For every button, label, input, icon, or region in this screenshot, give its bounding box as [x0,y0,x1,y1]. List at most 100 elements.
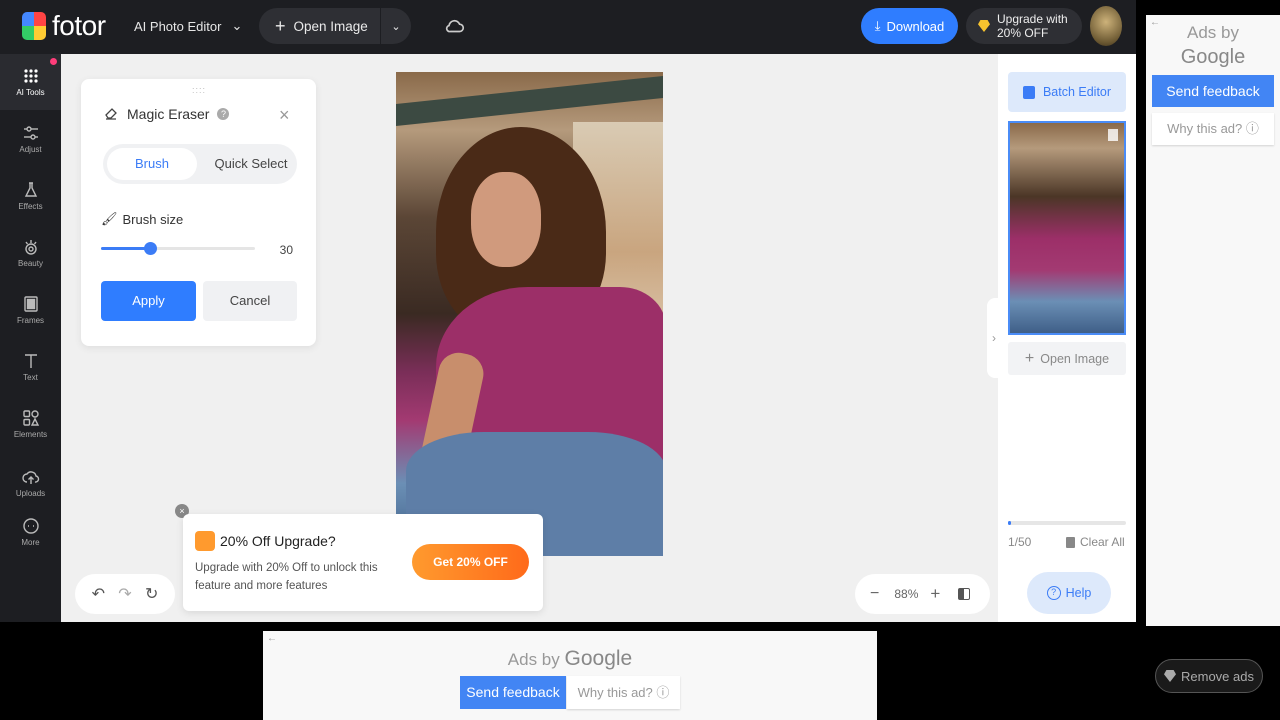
close-icon[interactable]: × [279,105,290,126]
download-label: Download [886,18,945,34]
cloud-icon[interactable] [444,15,466,37]
upgrade-line2: 20% OFF [997,26,1049,40]
trash-icon [1066,536,1075,548]
tab-quick-select[interactable]: Quick Select [207,148,295,180]
photo-railing [396,75,663,127]
fotor-logo[interactable]: fotor [22,10,106,42]
open-image-label: Open Image [293,18,368,34]
sidebar-item-adjust[interactable]: Adjust [0,111,61,167]
sidebar-label: Adjust [19,145,42,154]
chevron-down-icon: ⌄ [231,18,243,33]
why-this-ad-button[interactable]: Why this ad? ⓘ [1152,113,1274,145]
send-feedback-button[interactable]: Send feedback [460,676,566,709]
layers-icon [1022,85,1035,99]
ads-by-google: Ads by Google [263,647,877,671]
apply-button[interactable]: Apply [101,281,196,321]
upload-cloud-icon [21,471,39,484]
sidebar-label: More [21,538,40,547]
google-text: Google [564,647,633,670]
sidebar-item-text[interactable]: Text [0,339,61,395]
batch-editor-label: Batch Editor [1042,85,1112,99]
tab-brush[interactable]: Brush [107,148,197,180]
download-button[interactable]: ⤓ Download [861,8,958,44]
undo-icon[interactable]: ↶ [92,584,105,604]
history-controls: ↶ ↷ ↻ [75,574,175,614]
ai-photo-editor-menu[interactable]: AI Photo Editor ⌄ [134,18,242,34]
sidebar-item-elements[interactable]: Elements [0,396,61,452]
brush-size-label: 🖌 Brush size [101,211,183,227]
help-label: Help [1065,586,1092,600]
open-image-button-secondary[interactable]: + Open Image [1008,342,1126,375]
redo-icon[interactable]: ↷ [118,584,131,604]
image-thumbnail[interactable] [1008,121,1126,335]
sidebar-item-effects[interactable]: Effects [0,168,61,224]
get-discount-button[interactable]: Get 20% OFF [412,544,529,580]
google-text: Google [1180,46,1246,68]
back-arrow-icon[interactable]: ← [267,633,277,644]
editor-menu-label: AI Photo Editor [134,18,222,34]
upgrade-line1: Upgrade with [997,12,1068,26]
shapes-icon [22,410,39,426]
sidebar-label: Uploads [15,489,46,498]
user-avatar[interactable] [1090,6,1122,46]
zoom-level: 88% [894,587,919,601]
zoom-out-button[interactable]: − [870,585,879,603]
open-image-dropdown[interactable]: ⌄ [381,20,411,33]
brush-icon: 🖌 [101,211,118,226]
help-button[interactable]: ? Help [1027,572,1111,614]
sidebar-label: Effects [18,202,43,211]
open-image-button[interactable]: + Open Image [259,8,381,44]
ads-by-text: Ads by [507,650,560,669]
sidebar-label: Beauty [18,259,43,268]
slider-fill [101,247,151,250]
ads-by-google: Ads by Google [1146,21,1280,69]
why-this-ad-button[interactable]: Why this ad? ⓘ [567,676,680,709]
open-image-label: Open Image [1040,351,1110,366]
right-panel: Batch Editor + Open Image 1/50 Clear All… [998,54,1136,622]
compare-icon[interactable] [958,588,971,600]
question-icon: ? [1046,586,1061,600]
image-count: 1/50 [1008,535,1032,549]
download-icon: ⤓ [874,18,881,33]
promo-text: Upgrade with 20% Off to unlock this feat… [195,562,378,592]
remove-ads-button[interactable]: Remove ads [1155,659,1263,693]
progress-fill [1008,521,1011,525]
batch-editor-button[interactable]: Batch Editor [1008,72,1126,112]
cancel-button[interactable]: Cancel [203,281,297,321]
brush-size-slider[interactable] [101,242,255,255]
sidebar-item-more[interactable]: More [0,504,61,560]
mode-toggle: Brush Quick Select [103,144,297,184]
zoom-controls: − 88% + [855,574,990,614]
clear-all-button[interactable]: Clear All [1066,535,1125,549]
notification-dot [50,58,57,65]
reset-icon[interactable]: ↻ [145,584,158,604]
sidebar-label: Text [23,373,38,382]
flask-icon [24,182,37,197]
diamond-badge-icon [195,531,215,551]
remove-ads-label: Remove ads [1181,668,1254,684]
eye-icon [24,240,37,255]
canvas-image[interactable] [396,72,663,556]
sliders-icon [23,126,38,140]
send-feedback-button[interactable]: Send feedback [1152,75,1274,107]
sidebar-item-frames[interactable]: Frames [0,282,61,338]
diamond-icon [1164,670,1176,682]
more-icon [22,518,39,534]
sidebar-label: AI Tools [16,88,45,97]
brush-size-value: 30 [279,243,293,257]
zoom-in-button[interactable]: + [930,584,940,604]
chevron-down-icon: ⌄ [391,20,401,33]
open-image-split-button: + Open Image ⌄ [259,8,411,44]
sidebar-item-ai-tools[interactable]: AI Tools [0,54,61,110]
sidebar-label: Frames [16,316,45,325]
upgrade-button[interactable]: Upgrade with 20% OFF [966,8,1082,44]
sidebar-item-beauty[interactable]: Beauty [0,225,61,281]
slider-thumb[interactable] [144,242,158,255]
promo-title: 20% Off Upgrade? [220,533,336,549]
drag-handle[interactable]: :::: [192,85,206,95]
top-bar: fotor AI Photo Editor ⌄ + Open Image ⌄ ⤓… [0,0,1136,54]
delete-icon[interactable] [1108,129,1118,141]
help-icon[interactable]: ? [217,108,230,120]
magic-eraser-icon [105,108,117,120]
image-count-progress [1008,521,1126,525]
